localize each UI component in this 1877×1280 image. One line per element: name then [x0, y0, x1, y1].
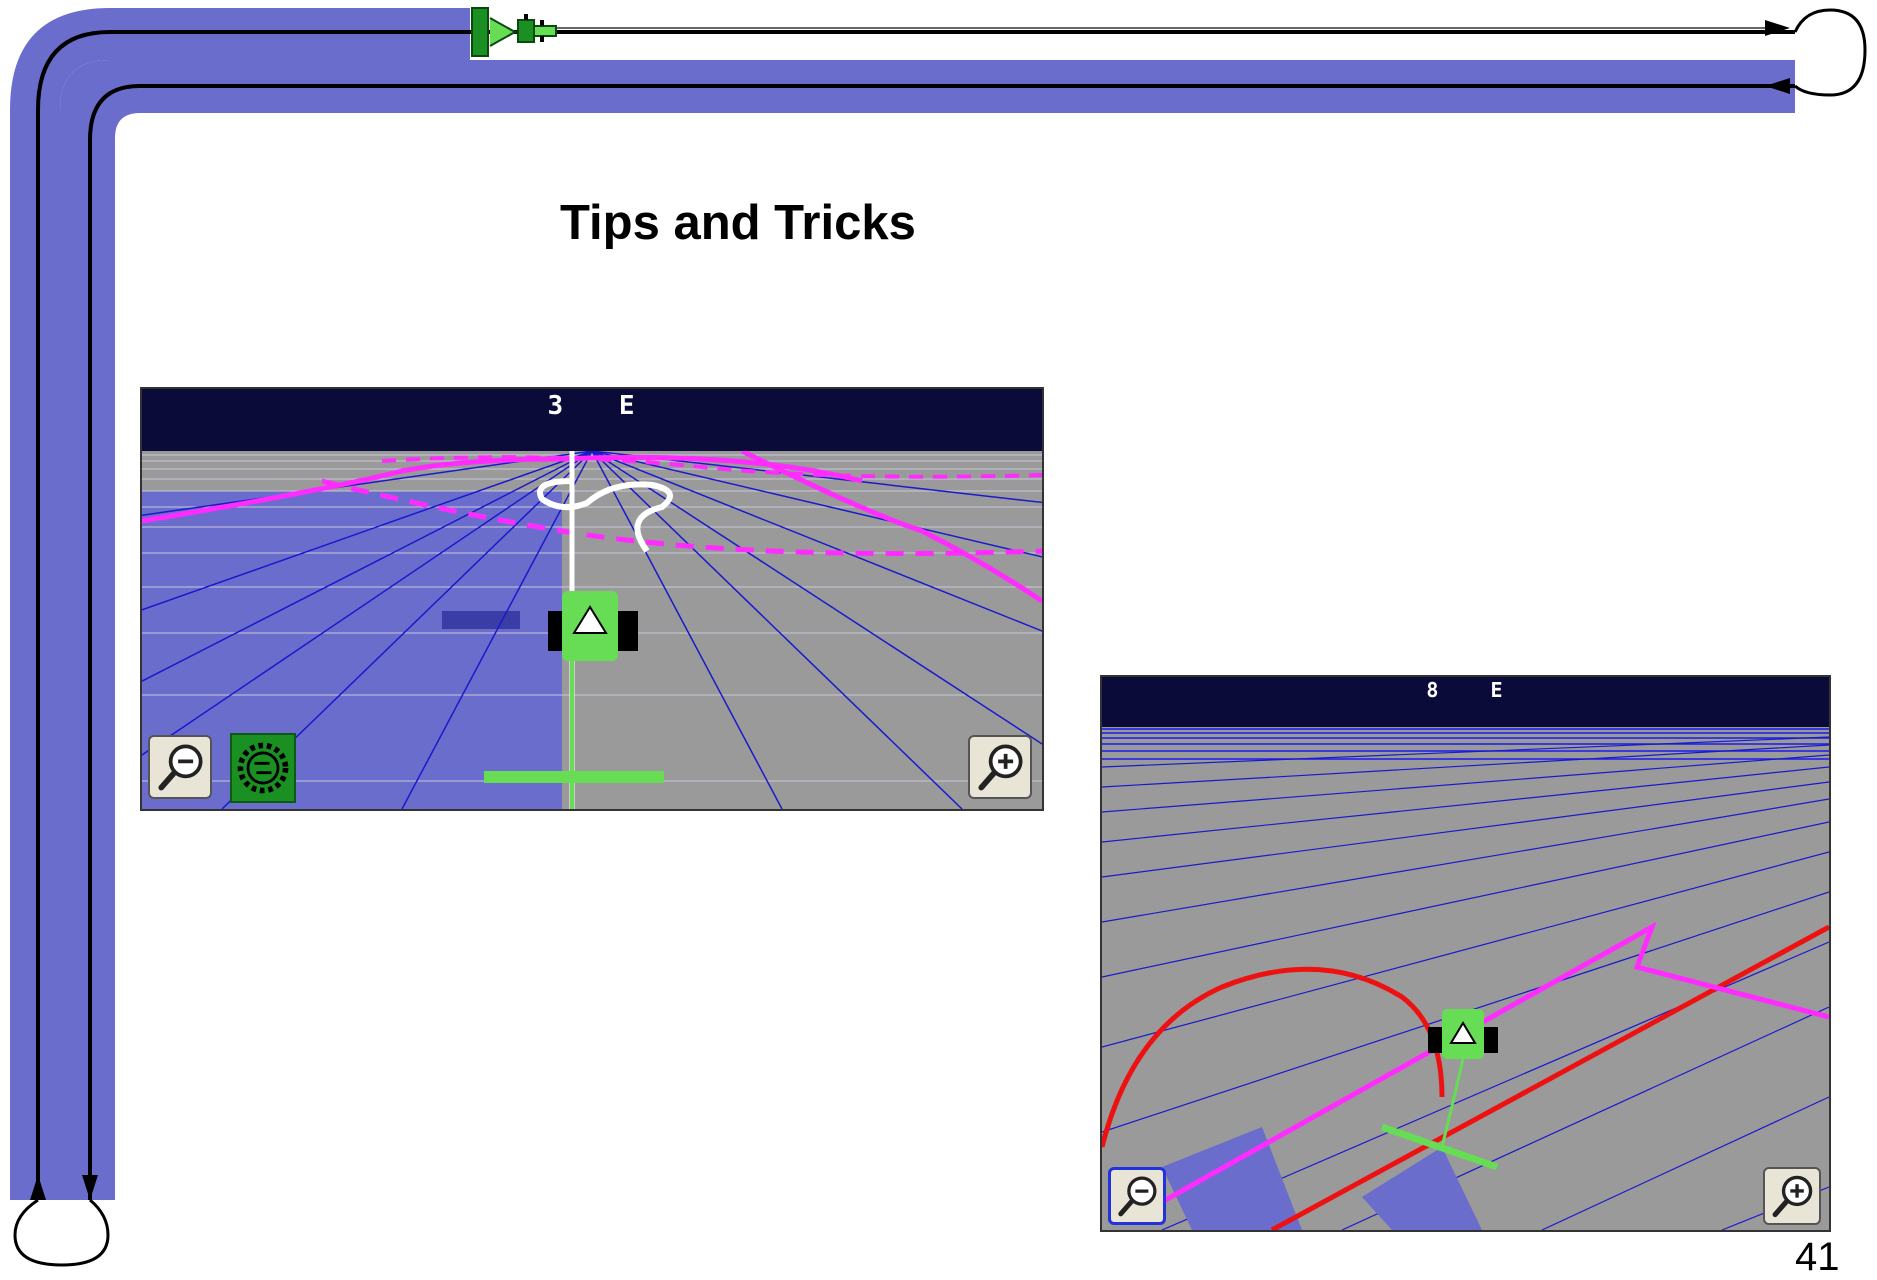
zoom-in-magnifier-icon [1772, 1175, 1813, 1218]
status-bar: 3 E [142, 389, 1042, 451]
steering-gear-icon [237, 742, 289, 794]
steering-engage-button[interactable] [230, 733, 296, 803]
guidance-screen-1: 3 E [140, 387, 1044, 811]
zoom-out-magnifier-icon [158, 744, 203, 791]
field-view [1102, 727, 1829, 1230]
zoom-in-magnifier-icon [978, 744, 1023, 791]
zoom-out-magnifier-icon [1118, 1176, 1157, 1217]
zoom-out-button[interactable] [148, 735, 212, 799]
page-number: 41 [1795, 1235, 1840, 1279]
status-direction: E [1490, 678, 1505, 702]
zoom-in-button[interactable] [1763, 1167, 1821, 1225]
status-value: 8 [1426, 678, 1441, 702]
status-bar: 8 E [1102, 677, 1829, 727]
guidance-screen-2: 8 E [1100, 675, 1831, 1232]
status-direction: E [618, 391, 637, 421]
status-value: 3 [547, 391, 566, 421]
zoom-out-button[interactable] [1108, 1167, 1166, 1225]
zoom-in-button[interactable] [968, 735, 1032, 799]
slide-title: Tips and Tricks [560, 196, 916, 250]
